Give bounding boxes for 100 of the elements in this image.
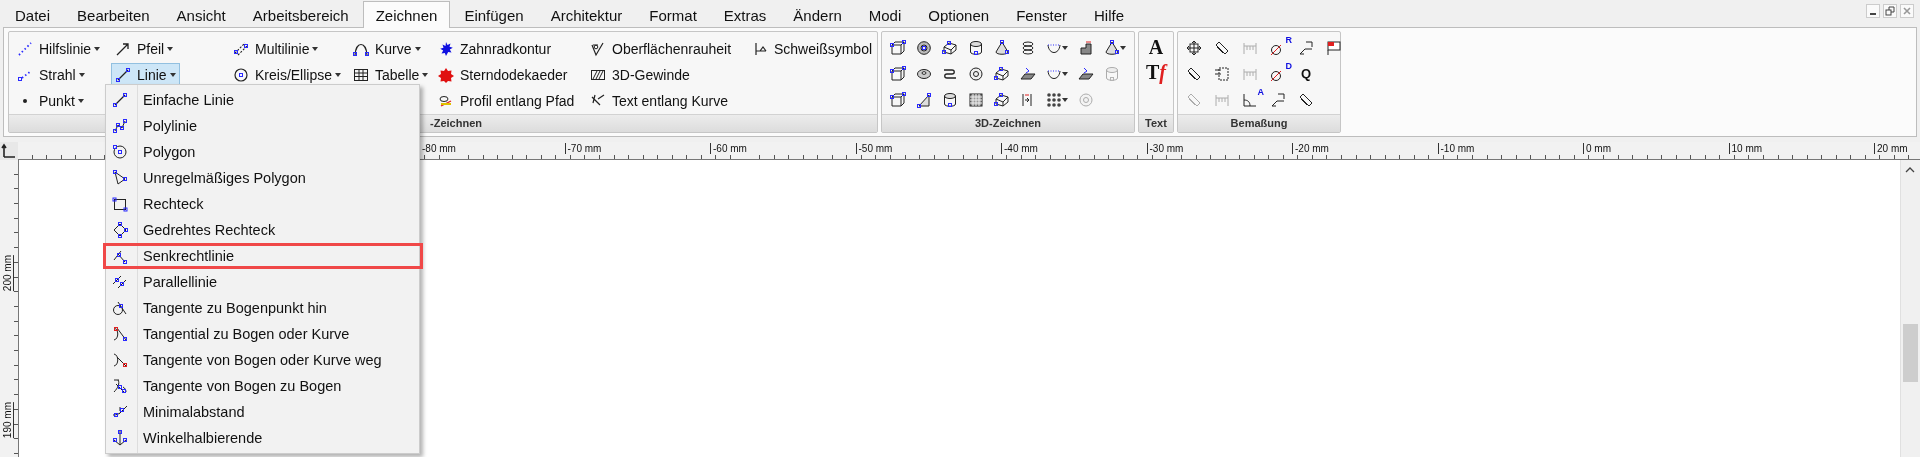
ruler-label: -10 mm [1437,143,1475,154]
menu-item[interactable]: Einfache Linie [103,87,423,113]
box-icon [942,39,958,56]
caret-icon [1062,97,1068,102]
menu-tab[interactable]: Fenster [1003,2,1080,27]
menu-tab[interactable]: Ansicht [163,2,239,27]
cone-icon [994,39,1010,56]
ruler-label: -60 mm [710,143,747,154]
diagonal-dimension-icon [1186,65,1202,82]
diagonal-dimension-icon [1186,91,1202,108]
sphere-icon [916,39,932,56]
stack-icon [1020,39,1036,56]
text-style-button[interactable]: Tf [1146,61,1166,83]
menu-tab[interactable]: Bearbeiten [64,2,163,27]
restore-icon[interactable] [1883,4,1897,18]
menu-tab[interactable]: Ändern [780,2,855,27]
group-label: Bemaßung [1178,114,1340,132]
cube-icon [890,65,906,82]
cube-icon [890,39,906,56]
menu-tab[interactable]: Format [636,2,710,27]
ribbon-button[interactable]: Pfeil [111,37,178,60]
ribbon-button[interactable]: Zahnradkontur [434,37,556,60]
ruler-label: 0 mm [1583,143,1611,154]
dimension-button[interactable]: Q [1296,63,1316,84]
ruler-label: -70 mm [564,143,602,154]
tool-button[interactable] [888,63,908,84]
menu-tab[interactable]: Modi [855,2,915,27]
menu-item[interactable]: Winkelhalbierende [103,425,423,451]
menu-tab[interactable]: Einfügen [451,2,537,27]
dots-grid-icon [1046,91,1062,108]
gear-icon [438,40,454,57]
menu-item[interactable]: Minimalabstand [103,399,423,425]
triangle-icon [112,170,128,186]
ribbon-button[interactable]: Oberflächenrauheit [586,37,736,60]
ribbon-button[interactable]: Strahl [13,63,89,86]
leader-icon [1270,91,1286,108]
ruler-label: 190 mm [2,402,14,439]
menu-item[interactable]: Tangente von Bogen oder Kurve weg [103,347,423,373]
caret-icon [94,46,101,51]
menu-item[interactable]: Senkrechtlinie [103,243,423,269]
arc-tangent-icon [112,352,128,368]
menu-item[interactable]: Unregelmäßiges Polygon [103,165,423,191]
dotted-line-icon [17,40,33,57]
ribbon-button[interactable]: Punkt [13,89,88,112]
ruler-label: -50 mm [855,143,893,154]
menu-item[interactable]: Rechteck [103,191,423,217]
grid-icon [968,91,984,108]
menu-tab[interactable]: Extras [710,2,780,27]
box-icon [994,91,1010,108]
ribbon-button[interactable]: Sterndodekaeder [434,63,572,86]
caret-icon [169,72,176,77]
arc-tangent-icon [112,326,128,342]
ruler-label: 20 mm [1874,143,1908,154]
perpendicular-icon [112,248,128,264]
scroll-thumb[interactable] [1903,324,1918,382]
menu-item[interactable]: Tangente zu Bogenpunkt hin [103,295,423,321]
tool-button[interactable] [888,89,908,110]
ribbon-button[interactable]: Kreis/Ellipse [229,63,346,86]
caret-icon [167,46,174,51]
vertical-scrollbar[interactable] [1900,160,1920,457]
menu-tab[interactable]: Hilfe [1081,2,1137,27]
text-style-button[interactable]: A [1148,36,1164,58]
ribbon-button[interactable]: Kurve [349,37,425,60]
polyline-icon [112,118,128,134]
plane-icon [1078,65,1094,82]
ribbon-button[interactable]: 3D-Gewinde [586,63,694,86]
menu-tab[interactable]: Zeichnen [362,1,451,28]
scroll-up-icon[interactable] [1905,166,1915,174]
ribbon-button[interactable]: Multilinie [229,37,323,60]
origin-icon[interactable] [0,142,18,160]
menu-tab[interactable]: Datei [2,2,64,27]
box-icon [994,65,1010,82]
menu-item[interactable]: Parallellinie [103,269,423,295]
ribbon-button[interactable]: Schweißsymbol [748,37,877,60]
caret-icon [414,46,421,51]
tool-button[interactable] [888,37,908,58]
cube-icon [890,91,906,108]
leader-icon [1298,39,1314,56]
ribbon-button[interactable]: Hilfslinie [13,37,105,60]
menu-item[interactable]: Gedrehtes Rechteck [103,217,423,243]
ruler-label: -30 mm [1146,143,1184,154]
ruler-label: -40 mm [1001,143,1038,154]
group-label: 3D-Zeichnen [882,114,1134,132]
diamond-icon [112,222,128,238]
menu-tab[interactable]: Architektur [537,2,636,27]
menu-item[interactable]: Tangential zu Bogen oder Kurve [103,321,423,347]
caret-icon [1062,45,1068,50]
ribbon-button[interactable]: Text entlang Kurve [586,89,732,112]
close-icon[interactable] [1900,4,1914,18]
menu-tab[interactable]: Arbeitsbereich [239,2,362,27]
ribbon-button[interactable]: Linie [111,63,180,86]
ribbon-button[interactable]: Profil entlang Pfad [434,89,579,112]
ribbon-button[interactable]: Tabelle [349,63,433,86]
cylinder-icon [1104,65,1120,82]
menu-tab[interactable]: Optionen [915,2,1003,27]
step-icon [1078,39,1094,56]
minimize-icon[interactable] [1866,4,1880,18]
ring-icon [968,65,984,82]
menu-item[interactable]: Tangente von Bogen zu Bogen [103,373,423,399]
caret-icon [78,72,85,77]
